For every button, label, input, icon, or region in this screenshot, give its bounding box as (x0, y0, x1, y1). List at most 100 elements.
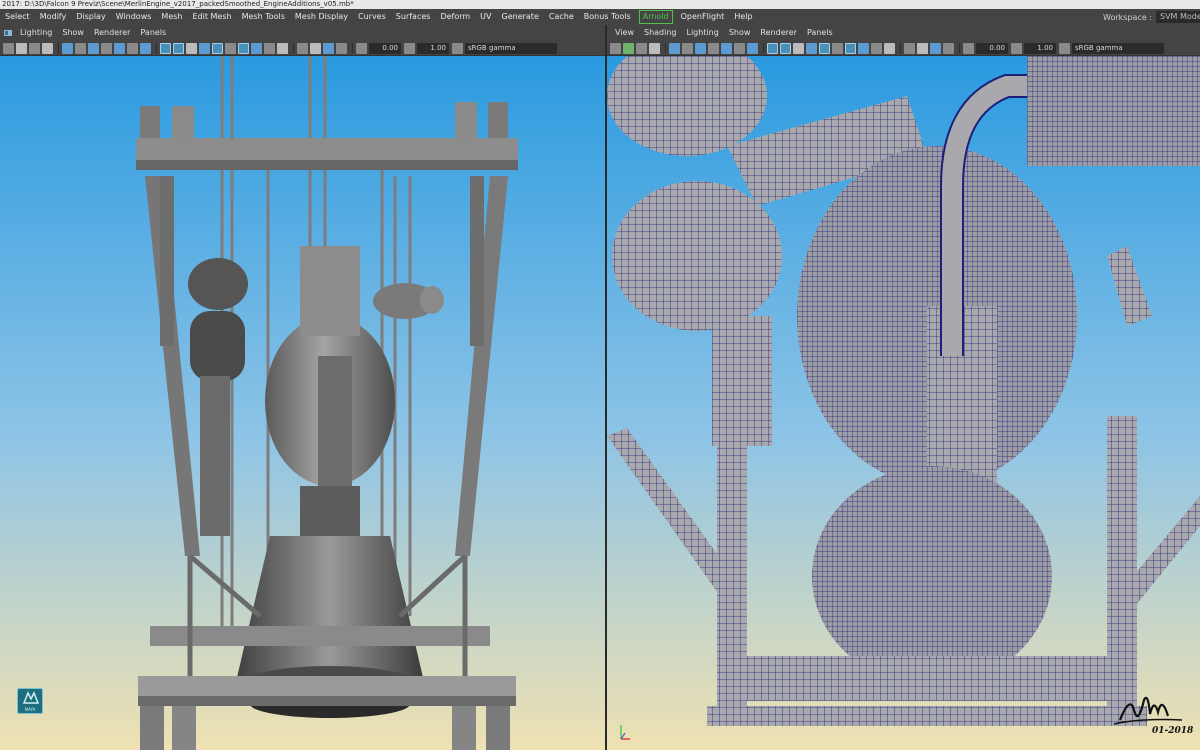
resolution-gate-icon[interactable] (695, 42, 706, 54)
menu-help[interactable]: Help (729, 9, 757, 25)
xray-icon[interactable] (917, 42, 928, 54)
motion-blur-icon[interactable] (858, 42, 869, 54)
menu-cache[interactable]: Cache (544, 9, 579, 25)
anti-aliasing-icon[interactable] (264, 42, 275, 54)
color-management-icon[interactable] (452, 42, 463, 54)
safe-action-icon[interactable] (127, 42, 138, 54)
depth-of-field-icon[interactable] (884, 42, 895, 54)
left-menu-show[interactable]: Show (57, 25, 89, 41)
left-menu-lighting[interactable]: Lighting (15, 25, 57, 41)
bookmark-icon[interactable] (636, 42, 647, 54)
menu-mesh[interactable]: Mesh (156, 9, 187, 25)
ambient-occlusion-icon[interactable] (238, 42, 249, 54)
view-transform-select[interactable]: sRGB gamma (465, 42, 557, 54)
gamma-field[interactable]: 1.00 (1024, 42, 1056, 54)
toolbar-separator (293, 43, 294, 53)
menu-surfaces[interactable]: Surfaces (391, 9, 436, 25)
color-management-icon[interactable] (1059, 42, 1070, 54)
left-menu-renderer[interactable]: Renderer (89, 25, 136, 41)
right-menu-renderer[interactable]: Renderer (755, 25, 802, 41)
workspace-selector[interactable]: SVM Mode (1156, 11, 1200, 23)
gamma-icon[interactable] (404, 42, 415, 54)
wireframe-on-shaded-icon[interactable] (186, 42, 197, 54)
smooth-shade-icon[interactable] (780, 42, 791, 54)
maya-logo-label: MAYA (24, 707, 36, 712)
menu-uv[interactable]: UV (475, 9, 496, 25)
camera-select-icon[interactable] (610, 42, 621, 54)
motion-blur-icon[interactable] (251, 42, 262, 54)
left-shaded-viewport[interactable] (0, 56, 605, 750)
camera-attributes-icon[interactable] (16, 42, 27, 54)
textured-icon[interactable] (199, 42, 210, 54)
right-menu-shading[interactable]: Shading (639, 25, 682, 41)
isolate-select-icon[interactable] (297, 42, 308, 54)
smooth-shade-icon[interactable] (173, 42, 184, 54)
menu-mesh-tools[interactable]: Mesh Tools (237, 9, 290, 25)
shadows-icon[interactable] (225, 42, 236, 54)
signature-date: 01-2018 (1152, 726, 1194, 736)
lights-icon[interactable] (819, 42, 830, 54)
menu-modify[interactable]: Modify (35, 9, 72, 25)
panel-menu-icon[interactable] (3, 28, 13, 38)
wireframe-icon[interactable] (160, 42, 171, 54)
camera-attributes-icon[interactable] (623, 42, 634, 54)
film-gate-icon[interactable] (75, 42, 86, 54)
bookmark-icon[interactable] (29, 42, 40, 54)
right-menu-panels[interactable]: Panels (802, 25, 838, 41)
menu-mesh-display[interactable]: Mesh Display (290, 9, 353, 25)
wireframe-engine-render (607, 56, 1200, 750)
textured-icon[interactable] (806, 42, 817, 54)
xray-joints-icon[interactable] (930, 42, 941, 54)
view-transform-select[interactable]: sRGB gamma (1072, 42, 1164, 54)
menu-deform[interactable]: Deform (435, 9, 475, 25)
film-gate-icon[interactable] (682, 42, 693, 54)
menu-arnold[interactable]: Arnold (638, 10, 673, 24)
menu-generate[interactable]: Generate (497, 9, 544, 25)
right-wireframe-viewport[interactable] (607, 56, 1200, 750)
menu-openflight[interactable]: OpenFlight (676, 9, 730, 25)
exposure-field[interactable]: 0.00 (369, 42, 401, 54)
anti-aliasing-icon[interactable] (871, 42, 882, 54)
gate-mask-icon[interactable] (101, 42, 112, 54)
shadows-icon[interactable] (832, 42, 843, 54)
exposure-icon[interactable] (356, 42, 367, 54)
lights-icon[interactable] (212, 42, 223, 54)
toolbar-separator (900, 43, 901, 53)
menu-edit-mesh[interactable]: Edit Mesh (187, 9, 236, 25)
depth-of-field-icon[interactable] (277, 42, 288, 54)
right-menu-view[interactable]: View (610, 25, 639, 41)
safe-title-icon[interactable] (140, 42, 151, 54)
xray-icon[interactable] (310, 42, 321, 54)
menu-display[interactable]: Display (71, 9, 111, 25)
left-viewport-panel: Lighting Show Renderer Panels 0.00 1.00 … (0, 25, 605, 750)
field-chart-icon[interactable] (721, 42, 732, 54)
resolution-gate-icon[interactable] (88, 42, 99, 54)
camera-select-icon[interactable] (3, 42, 14, 54)
wireframe-icon[interactable] (767, 42, 778, 54)
safe-title-icon[interactable] (747, 42, 758, 54)
gamma-field[interactable]: 1.00 (417, 42, 449, 54)
menu-curves[interactable]: Curves (353, 9, 391, 25)
left-menu-panels[interactable]: Panels (135, 25, 171, 41)
exposure-field[interactable]: 0.00 (976, 42, 1008, 54)
right-menu-lighting[interactable]: Lighting (681, 25, 723, 41)
ambient-occlusion-icon[interactable] (845, 42, 856, 54)
safe-action-icon[interactable] (734, 42, 745, 54)
grid-icon[interactable] (669, 42, 680, 54)
xray-components-icon[interactable] (943, 42, 954, 54)
right-menu-show[interactable]: Show (724, 25, 756, 41)
image-plane-icon[interactable] (649, 42, 660, 54)
menu-windows[interactable]: Windows (111, 9, 157, 25)
xray-joints-icon[interactable] (323, 42, 334, 54)
xray-components-icon[interactable] (336, 42, 347, 54)
menu-select[interactable]: Select (0, 9, 35, 25)
gamma-icon[interactable] (1011, 42, 1022, 54)
wireframe-on-shaded-icon[interactable] (793, 42, 804, 54)
menu-bonus-tools[interactable]: Bonus Tools (579, 9, 636, 25)
gate-mask-icon[interactable] (708, 42, 719, 54)
field-chart-icon[interactable] (114, 42, 125, 54)
grid-icon[interactable] (62, 42, 73, 54)
isolate-select-icon[interactable] (904, 42, 915, 54)
image-plane-icon[interactable] (42, 42, 53, 54)
exposure-icon[interactable] (963, 42, 974, 54)
